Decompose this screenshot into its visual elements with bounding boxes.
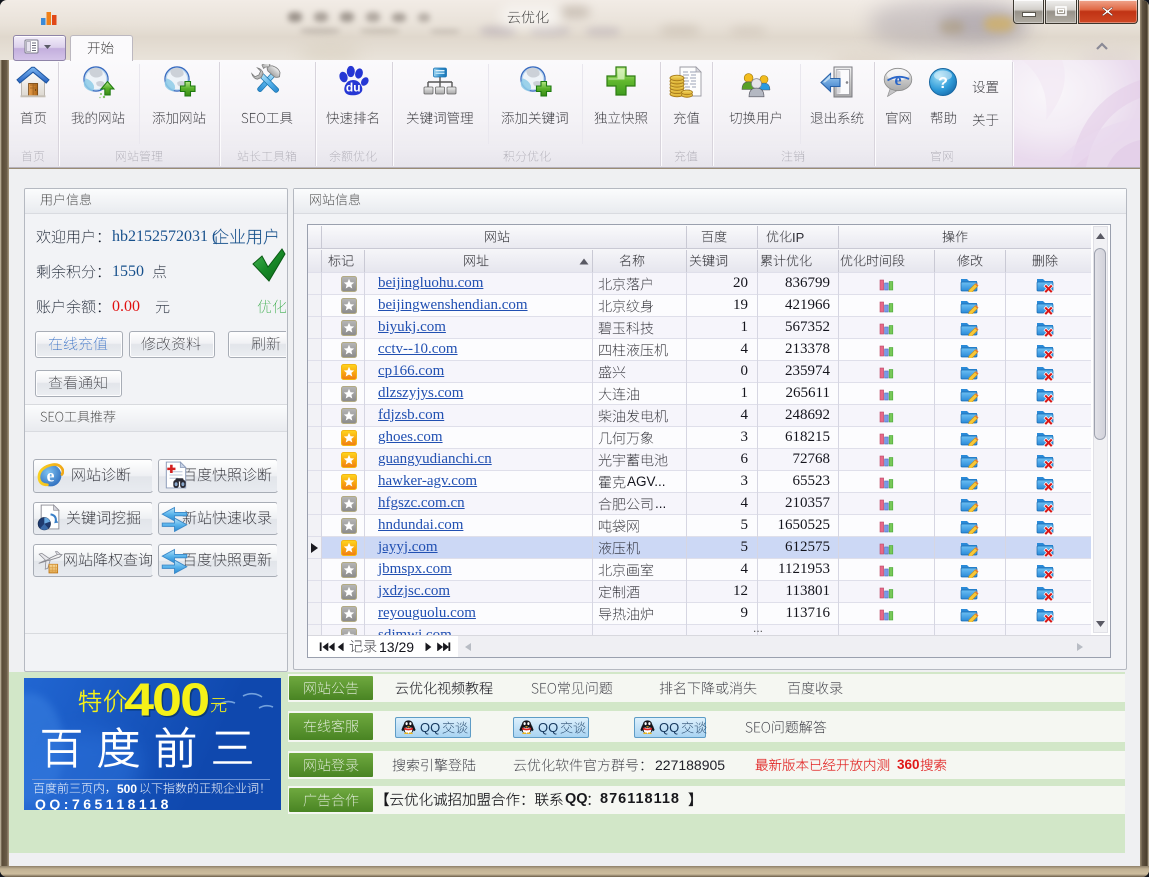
svg-text:du: du	[346, 81, 361, 95]
svg-text:?: ?	[938, 75, 948, 92]
svg-text:e: e	[47, 466, 55, 486]
svg-text:e: e	[894, 72, 901, 89]
